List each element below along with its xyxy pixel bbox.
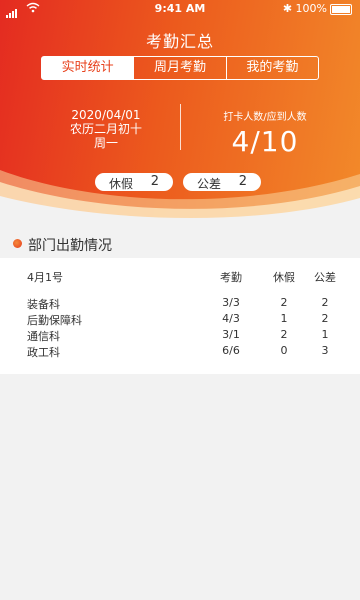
date-text: 2020/04/01 xyxy=(71,108,141,122)
business-trip-label: 公差 xyxy=(197,177,222,191)
leave-pill[interactable]: 休假 2 xyxy=(95,173,173,191)
col-leave-header: 休假 xyxy=(273,271,295,284)
leave-value: 2 xyxy=(280,328,288,341)
header-wave xyxy=(0,170,360,222)
trip-value: 1 xyxy=(321,328,329,341)
leave-count: 2 xyxy=(150,174,159,189)
clock-in-summary: 打卡人数/应到人数 4/10 xyxy=(210,108,320,158)
business-trip-count: 2 xyxy=(238,174,247,189)
business-trip-pill[interactable]: 公差 2 xyxy=(183,173,261,191)
table-row: 装备科 3/3 2 2 xyxy=(0,296,360,312)
date-info: 2020/04/01 农历二月初十 周一 xyxy=(60,108,152,150)
attendance-value: 3/1 xyxy=(222,328,240,341)
table-row: 后勤保障科 4/3 1 2 xyxy=(0,312,360,328)
leave-value: 1 xyxy=(280,312,288,325)
department-name: 政工科 xyxy=(27,346,60,359)
section-title: 部门出勤情况 xyxy=(28,238,112,254)
department-name: 通信科 xyxy=(27,330,60,343)
leave-label: 休假 xyxy=(109,177,134,191)
tab-bar: 实时统计 周月考勤 我的考勤 xyxy=(41,56,319,80)
page-title: 考勤汇总 xyxy=(145,32,214,51)
clock-in-label: 打卡人数/应到人数 xyxy=(223,112,307,123)
department-name: 装备科 xyxy=(27,298,60,311)
lunar-date: 农历二月初十 xyxy=(69,122,142,136)
tab-my-attendance[interactable]: 我的考勤 xyxy=(225,57,318,79)
attendance-value: 3/3 xyxy=(222,296,240,309)
trip-value: 3 xyxy=(321,344,329,357)
tab-realtime[interactable]: 实时统计 xyxy=(42,57,134,79)
department-name: 后勤保障科 xyxy=(27,314,82,327)
section-header: 部门出勤情况 xyxy=(0,228,360,258)
clock-in-value: 4/10 xyxy=(231,125,299,158)
attendance-value: 6/6 xyxy=(222,344,240,357)
battery-icon xyxy=(330,3,352,15)
tab-weekly-monthly[interactable]: 周月考勤 xyxy=(133,57,225,79)
weekday: 周一 xyxy=(93,136,118,150)
status-right: ✱ 100% xyxy=(283,2,352,15)
header-divider xyxy=(180,104,181,150)
trip-value: 2 xyxy=(321,312,329,325)
section-dot-icon xyxy=(13,239,22,248)
leave-value: 0 xyxy=(280,344,288,357)
battery-percent: 100% xyxy=(295,2,327,15)
col-trip-header: 公差 xyxy=(314,271,336,284)
table-row: 通信科 3/1 2 1 xyxy=(0,328,360,344)
trip-value: 2 xyxy=(321,296,329,309)
attendance-value: 4/3 xyxy=(222,312,240,325)
bluetooth-icon: ✱ xyxy=(282,2,293,15)
table-date-header: 4月1号 xyxy=(27,271,63,284)
col-attendance-header: 考勤 xyxy=(220,271,242,284)
table-header-row: 4月1号 考勤 休假 公差 xyxy=(0,269,360,285)
leave-value: 2 xyxy=(280,296,288,309)
department-table: 4月1号 考勤 休假 公差 装备科 3/3 2 2 后勤保障科 4/3 1 2 … xyxy=(0,258,360,374)
status-bar: 9:41 AM ✱ 100% xyxy=(0,0,360,18)
table-row: 政工科 6/6 0 3 xyxy=(0,344,360,360)
